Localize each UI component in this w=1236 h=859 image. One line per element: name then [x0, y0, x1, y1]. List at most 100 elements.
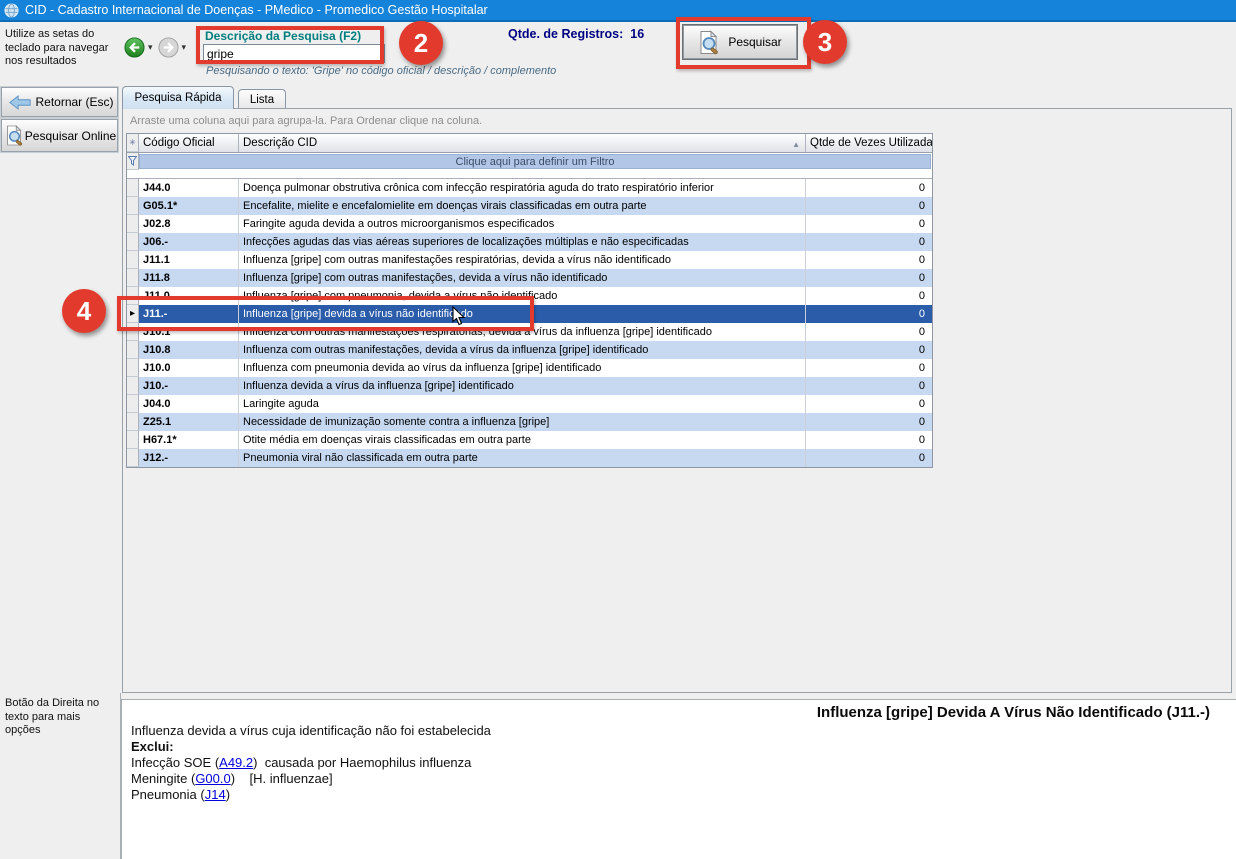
cell-qtde: 0 — [806, 233, 932, 251]
sort-ascending-icon: ▲ — [792, 140, 800, 149]
grid-empty-strip — [127, 170, 932, 179]
cell-descricao: Influenza com pneumonia devida ao vírus … — [239, 359, 806, 377]
column-header-codigo[interactable]: Código Oficial — [139, 134, 239, 152]
return-button-label: Retornar (Esc) — [32, 95, 117, 109]
row-indicator — [127, 179, 139, 197]
cell-codigo: J10.8 — [139, 341, 239, 359]
table-row[interactable]: J11.8Influenza [gripe] com outras manife… — [127, 269, 932, 287]
filter-hint[interactable]: Clique aqui para definir um Filtro — [139, 154, 931, 169]
table-row[interactable]: J10.8Influenza com outras manifestações,… — [127, 341, 932, 359]
cell-qtde: 0 — [806, 251, 932, 269]
exclusion-prefix: Pneumonia ( — [131, 787, 205, 802]
cell-qtde: 0 — [806, 287, 932, 305]
cell-qtde: 0 — [806, 377, 932, 395]
nav-back-button[interactable] — [124, 37, 145, 58]
row-indicator — [127, 431, 139, 449]
cid-link[interactable]: J14 — [205, 787, 226, 802]
table-row[interactable]: J12.-Pneumonia viral não classificada em… — [127, 449, 932, 467]
table-row[interactable]: J11.1Influenza [gripe] com outras manife… — [127, 251, 932, 269]
annotation-rect-step2 — [196, 26, 384, 64]
table-row[interactable]: Z25.1Necessidade de imunização somente c… — [127, 413, 932, 431]
cell-qtde: 0 — [806, 413, 932, 431]
cell-descricao: Encefalite, mielite e encefalomielite em… — [239, 197, 806, 215]
nav-buttons: ▾ ▾ — [124, 37, 189, 58]
grid-header-row: ✳ Código Oficial Descrição CID ▲ Qtde de… — [127, 134, 932, 153]
cell-codigo: J11.8 — [139, 269, 239, 287]
cell-descricao: Influenza [gripe] com outras manifestaçõ… — [239, 269, 806, 287]
annotation-circle-step4: 4 — [62, 289, 106, 333]
return-button[interactable]: Retornar (Esc) — [1, 87, 118, 117]
detail-title: Influenza [gripe] Devida A Vírus Não Ide… — [817, 704, 1210, 721]
row-indicator — [127, 233, 139, 251]
cell-codigo: J10.- — [139, 377, 239, 395]
grid-filter-row[interactable]: Clique aqui para definir um Filtro — [127, 153, 932, 170]
cell-codigo: J06.- — [139, 233, 239, 251]
tab-label: Pesquisa Rápida — [135, 92, 222, 104]
cell-codigo: Z25.1 — [139, 413, 239, 431]
app-icon — [4, 3, 19, 18]
exclusion-suffix: ) — [226, 787, 230, 802]
cell-codigo: J10.0 — [139, 359, 239, 377]
search-online-button[interactable]: Pesquisar Online — [1, 119, 118, 152]
row-indicator — [127, 197, 139, 215]
table-row[interactable]: G05.1*Encefalite, mielite e encefalomiel… — [127, 197, 932, 215]
table-row[interactable]: J04.0Laringite aguda0 — [127, 395, 932, 413]
cell-codigo: G05.1* — [139, 197, 239, 215]
cell-codigo: H67.1* — [139, 431, 239, 449]
nav-forward-dropdown-icon[interactable]: ▾ — [182, 42, 187, 53]
cell-descricao: Faringite aguda devida a outros microorg… — [239, 215, 806, 233]
table-row[interactable]: J44.0Doença pulmonar obstrutiva crônica … — [127, 179, 932, 197]
cid-link[interactable]: G00.0 — [195, 771, 230, 786]
cell-descricao: Influenza devida a vírus da influenza [g… — [239, 377, 806, 395]
row-indicator — [127, 395, 139, 413]
row-indicator — [127, 377, 139, 395]
table-row[interactable]: H67.1*Otite média em doenças virais clas… — [127, 431, 932, 449]
column-header-descricao[interactable]: Descrição CID ▲ — [239, 134, 806, 152]
nav-back-dropdown-icon[interactable]: ▾ — [148, 42, 153, 53]
cell-descricao: Pneumonia viral não classificada em outr… — [239, 449, 806, 467]
annotation-circle-step3: 3 — [803, 20, 847, 64]
cell-descricao: Doença pulmonar obstrutiva crônica com i… — [239, 179, 806, 197]
cell-descricao: Laringite aguda — [239, 395, 806, 413]
tab-pesquisa-rapida[interactable]: Pesquisa Rápida — [122, 86, 234, 109]
exclusion-suffix: ) causada por Haemophilus influenza — [253, 755, 471, 770]
cid-link[interactable]: A49.2 — [219, 755, 253, 770]
nav-forward-button[interactable] — [158, 37, 179, 58]
detail-description: Influenza devida a vírus cuja identifica… — [131, 723, 491, 739]
sidebar-hint-bottom: Botão da Direita no texto para mais opçõ… — [5, 697, 117, 738]
cell-descricao: Necessidade de imunização somente contra… — [239, 413, 806, 431]
filter-funnel-icon — [127, 153, 139, 170]
back-arrow-icon — [8, 95, 32, 110]
table-row[interactable]: J10.-Influenza devida a vírus da influen… — [127, 377, 932, 395]
tab-lista[interactable]: Lista — [238, 89, 286, 109]
window-titlebar: CID - Cadastro Internacional de Doenças … — [0, 0, 1236, 22]
detail-exclusions: Infecção SOE (A49.2) causada por Haemoph… — [131, 755, 491, 803]
grid-group-hint: Arraste uma coluna aqui para agrupa-la. … — [130, 115, 482, 127]
table-row[interactable]: J02.8Faringite aguda devida a outros mic… — [127, 215, 932, 233]
row-indicator — [127, 269, 139, 287]
window-title: CID - Cadastro Internacional de Doenças … — [25, 3, 488, 17]
exclusion-line: Infecção SOE (A49.2) causada por Haemoph… — [131, 755, 491, 771]
table-row[interactable]: J06.-Infecções agudas das vias aéreas su… — [127, 233, 932, 251]
column-header-qtde[interactable]: Qtde de Vezes Utilizada — [806, 134, 932, 152]
search-document-icon — [5, 125, 24, 146]
table-row[interactable]: J10.0Influenza com pneumonia devida ao v… — [127, 359, 932, 377]
row-indicator — [127, 413, 139, 431]
row-indicator — [127, 341, 139, 359]
annotation-rect-step3 — [676, 17, 811, 69]
cell-qtde: 0 — [806, 323, 932, 341]
row-indicator — [127, 251, 139, 269]
cell-qtde: 0 — [806, 305, 932, 323]
cell-descricao: Influenza com outras manifestações, devi… — [239, 341, 806, 359]
sidebar-hint-top: Utilize as setas do teclado para navegar… — [5, 28, 117, 69]
cell-qtde: 0 — [806, 431, 932, 449]
search-status-text: Pesquisando o texto: 'Gripe' no código o… — [206, 65, 556, 77]
cell-descricao: Influenza [gripe] com outras manifestaçõ… — [239, 251, 806, 269]
cell-codigo: J44.0 — [139, 179, 239, 197]
exclusion-line: Meningite (G00.0) [H. influenzae] — [131, 771, 491, 787]
cell-qtde: 0 — [806, 215, 932, 233]
cell-codigo: J12.- — [139, 449, 239, 467]
cell-qtde: 0 — [806, 197, 932, 215]
grid-corner-icon[interactable]: ✳ — [127, 134, 139, 152]
exclusion-line: Pneumonia (J14) — [131, 787, 491, 803]
